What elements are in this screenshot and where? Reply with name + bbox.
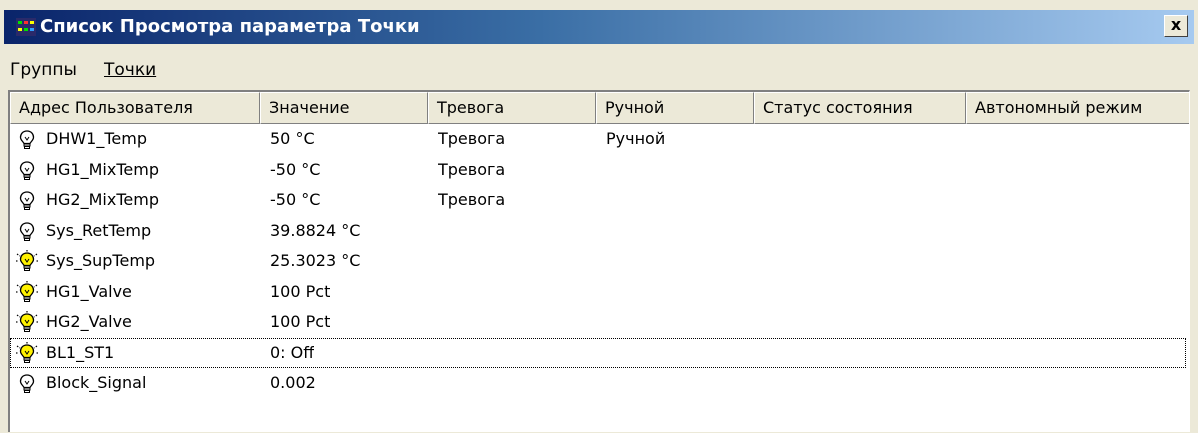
menu-points-label: Точки [104,60,157,80]
bulb-off-icon [19,160,35,180]
cell-value: 39.8824 °C [270,220,361,240]
table-row[interactable]: BL1_ST1 0: Off [10,337,1186,368]
bulb-on-icon [16,311,38,332]
table-row[interactable]: HG1_MixTemp -50 °C Тревога [10,155,1186,185]
cell-user-address: BL1_ST1 [46,342,115,362]
table-row[interactable]: Block_Signal 0.002 [10,368,1186,398]
cell-user-address: HG2_MixTemp [46,190,159,209]
column-header-value[interactable]: Значение [260,92,428,124]
cell-user-address: HG2_Valve [46,312,132,331]
table-row[interactable]: Sys_SupTemp 25.3023 °C [10,246,1186,276]
bulb-off-icon [19,191,35,210]
close-button[interactable]: x [1164,15,1188,37]
cell-value: -50 °C [270,190,321,209]
cell-value: 0: Off [270,342,315,362]
column-header-manual[interactable]: Ручной [596,92,754,124]
menu-bar: Группы Точки [4,56,1194,84]
window-title: Список Просмотра параметра Точки [40,16,420,37]
table-row[interactable]: Sys_RetTemp 39.8824 °C [10,216,1186,246]
title-bar[interactable]: Список Просмотра параметра Точки x [4,10,1194,44]
close-icon: x [1170,15,1182,34]
column-header-alarm[interactable]: Тревога [428,92,596,124]
bulb-off-icon [19,130,35,149]
column-header-offline-mode[interactable]: Автономный режим [966,92,1189,124]
cell-alarm: Тревога [438,190,506,209]
bulb-off-icon [19,374,35,393]
table-row[interactable]: HG2_MixTemp -50 °C Тревога [10,185,1186,215]
table-row[interactable]: DHW1_Temp 50 °C Тревога Ручной [10,124,1186,154]
points-parameter-list-window: Список Просмотра параметра Точки x Групп… [0,0,1198,433]
cell-value: 50 °C [270,129,315,148]
cell-value: 25.3023 °C [270,251,361,270]
cell-alarm: Тревога [438,159,506,179]
cell-value: 0.002 [270,373,316,392]
cell-value: 100 Pct [270,312,331,331]
bulb-off-icon [19,221,35,241]
cell-user-address: Block_Signal [46,373,147,392]
bulb-on-icon [16,250,38,271]
cell-user-address: Sys_SupTemp [46,251,156,270]
table-row[interactable]: HG1_Valve 100 Pct [10,277,1186,307]
cell-user-address: DHW1_Temp [46,129,147,148]
cell-user-address: Sys_RetTemp [46,220,152,240]
menu-groups[interactable]: Группы [10,56,77,84]
bulb-on-icon [16,341,38,363]
table-row[interactable]: HG2_Valve 100 Pct [10,307,1186,337]
list-header: Адрес Пользователя Значение Тревога Ручн… [10,92,1189,124]
menu-points[interactable]: Точки [104,56,156,84]
points-list[interactable]: Адрес Пользователя Значение Тревога Ручн… [8,90,1190,432]
cell-user-address: HG1_Valve [46,281,132,301]
cell-alarm: Тревога [438,129,506,148]
cell-value: -50 °C [270,159,321,179]
cell-manual: Ручной [606,129,666,148]
column-header-user-address[interactable]: Адрес Пользователя [10,92,260,124]
column-header-status[interactable]: Статус состояния [754,92,966,124]
cell-value: 100 Pct [270,281,331,301]
cell-user-address: HG1_MixTemp [46,159,159,179]
app-icon [16,18,36,36]
bulb-on-icon [16,280,38,302]
